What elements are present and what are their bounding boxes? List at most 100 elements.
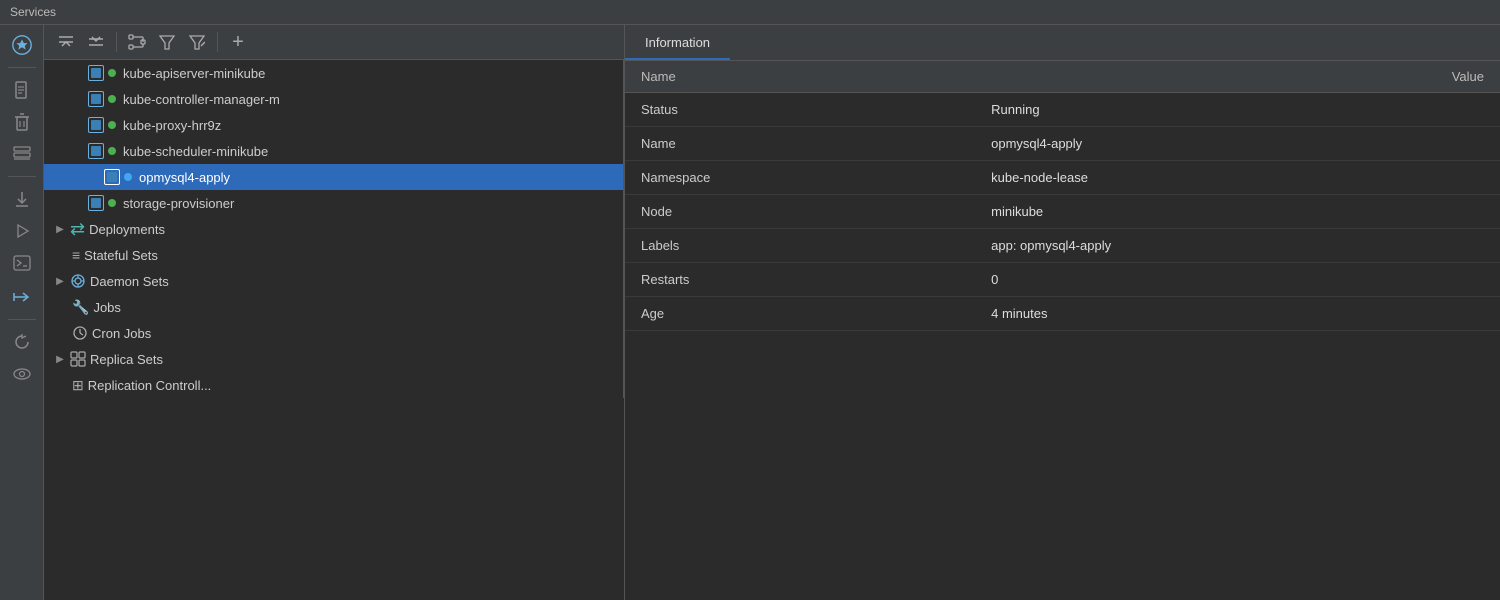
toolbar-sep2 [217,32,218,52]
tree-item-stateful-sets[interactable]: ▶ ≡ Stateful Sets [44,242,623,268]
info-tabs: Information [625,25,1500,61]
app-title: Services [10,5,56,19]
table-row: Namespace kube-node-lease [625,161,1500,195]
table-header-row: Name Value [625,61,1500,93]
expand-icon[interactable]: ▶ [52,221,68,237]
tree-item-cron-jobs[interactable]: ▶ Cron Jobs [44,320,623,346]
expand-all-button[interactable] [82,29,110,55]
tree-item-kube-controller[interactable]: ▶ kube-controller-manager-m [44,86,623,112]
table-row: Labels app: opmysql4-apply [625,229,1500,263]
pod-icon [88,143,104,159]
row-name: Restarts [625,263,975,297]
sidebar-icon-delete[interactable] [6,108,38,136]
row-value: opmysql4-apply [975,127,1500,161]
row-name: Age [625,297,975,331]
filter-button[interactable] [153,29,181,55]
tree-item-label: kube-apiserver-minikube [123,66,265,81]
sidebar-icon-kubernetes[interactable] [6,31,38,59]
row-value: app: opmysql4-apply [975,229,1500,263]
pod-icon [104,169,120,185]
tab-information[interactable]: Information [625,25,730,60]
tree-item-label: Replication Controll... [88,378,212,393]
expand-icon[interactable]: ▶ [52,273,68,289]
replicasets-icon [70,351,86,367]
tree-item-kube-apiserver[interactable]: ▶ kube-apiserver-minikube [44,60,623,86]
status-dot-green [108,69,116,77]
sidebar-icon-eye[interactable] [6,360,38,388]
tree-item-storage-provisioner[interactable]: ▶ storage-provisioner [44,190,623,216]
status-dot-green [108,199,116,207]
rc-icon: ⊞ [72,377,84,394]
col-header-name: Name [625,61,975,93]
collapse-all-button[interactable] [52,29,80,55]
pod-icon [88,117,104,133]
tree-item-jobs[interactable]: ▶ 🔧 Jobs [44,294,623,320]
row-name: Status [625,93,975,127]
tree-item-replication-controllers[interactable]: ▶ ⊞ Replication Controll... [44,372,623,398]
tree-item-label: Daemon Sets [90,274,169,289]
tree-view-button[interactable] [123,29,151,55]
tree-item-kube-scheduler[interactable]: ▶ kube-scheduler-minikube [44,138,623,164]
status-dot-green [108,147,116,155]
tree-item-label: Deployments [89,222,165,237]
tree-item-label: kube-scheduler-minikube [123,144,268,159]
sidebar-icon-refresh[interactable] [6,328,38,356]
jobs-icon: 🔧 [72,299,89,316]
left-panel: + ▶ kube-apiserver-minikube ▶ kube-contr [44,25,625,600]
tree-item-label: Stateful Sets [84,248,158,263]
statefulsets-icon: ≡ [72,247,80,263]
toolbar-sep1 [116,32,117,52]
row-name: Name [625,127,975,161]
info-panel: Information Name Value Status Running Na… [625,25,1500,600]
row-name: Node [625,195,975,229]
info-data-table: Name Value Status Running Name opmysql4-… [625,61,1500,331]
sidebar-icon-list[interactable] [6,140,38,168]
pod-icon [88,91,104,107]
col-header-value: Value [975,61,1500,93]
status-dot-green [108,121,116,129]
daemonsets-icon [70,273,86,289]
sidebar-icon-forward[interactable] [6,283,38,311]
pod-icon [88,195,104,211]
pod-icon [88,65,104,81]
tree-item-daemon-sets[interactable]: ▶ Daemon Sets [44,268,623,294]
row-value: Running [975,93,1500,127]
row-value: minikube [975,195,1500,229]
filter-active-button[interactable] [183,29,211,55]
row-value: kube-node-lease [975,161,1500,195]
status-dot-blue [124,173,132,181]
add-button[interactable]: + [224,29,252,55]
tree-item-kube-proxy[interactable]: ▶ kube-proxy-hrr9z [44,112,623,138]
tree-item-opmysql4-apply[interactable]: ▶ opmysql4-apply [44,164,623,190]
row-name: Namespace [625,161,975,195]
icon-sidebar [0,25,44,600]
deployments-icon: ⇄ [70,219,85,240]
tree-item-label: kube-proxy-hrr9z [123,118,221,133]
toolbar: + [44,25,624,60]
tree-item-deployments[interactable]: ▶ ⇄ Deployments [44,216,623,242]
status-dot-green [108,95,116,103]
tree-item-label: opmysql4-apply [139,170,230,185]
sidebar-icon-terminal[interactable] [6,249,38,277]
row-value: 0 [975,263,1500,297]
table-row: Restarts 0 [625,263,1500,297]
info-table: Name Value Status Running Name opmysql4-… [625,61,1500,600]
row-name: Labels [625,229,975,263]
sidebar-icon-download[interactable] [6,185,38,213]
tree-item-label: Jobs [93,300,120,315]
table-row: Node minikube [625,195,1500,229]
tree-item-label: kube-controller-manager-m [123,92,280,107]
table-row: Age 4 minutes [625,297,1500,331]
table-row: Status Running [625,93,1500,127]
table-row: Name opmysql4-apply [625,127,1500,161]
sidebar-icon-play[interactable] [6,217,38,245]
sidebar-sep2 [8,176,36,177]
sidebar-icon-file[interactable] [6,76,38,104]
sidebar-sep1 [8,67,36,68]
tree-item-label: Replica Sets [90,352,163,367]
tree-item-replica-sets[interactable]: ▶ Replica Sets [44,346,623,372]
tree-panel: ▶ kube-apiserver-minikube ▶ kube-control… [44,60,624,398]
tree-item-label: storage-provisioner [123,196,234,211]
expand-icon[interactable]: ▶ [52,351,68,367]
sidebar-sep3 [8,319,36,320]
